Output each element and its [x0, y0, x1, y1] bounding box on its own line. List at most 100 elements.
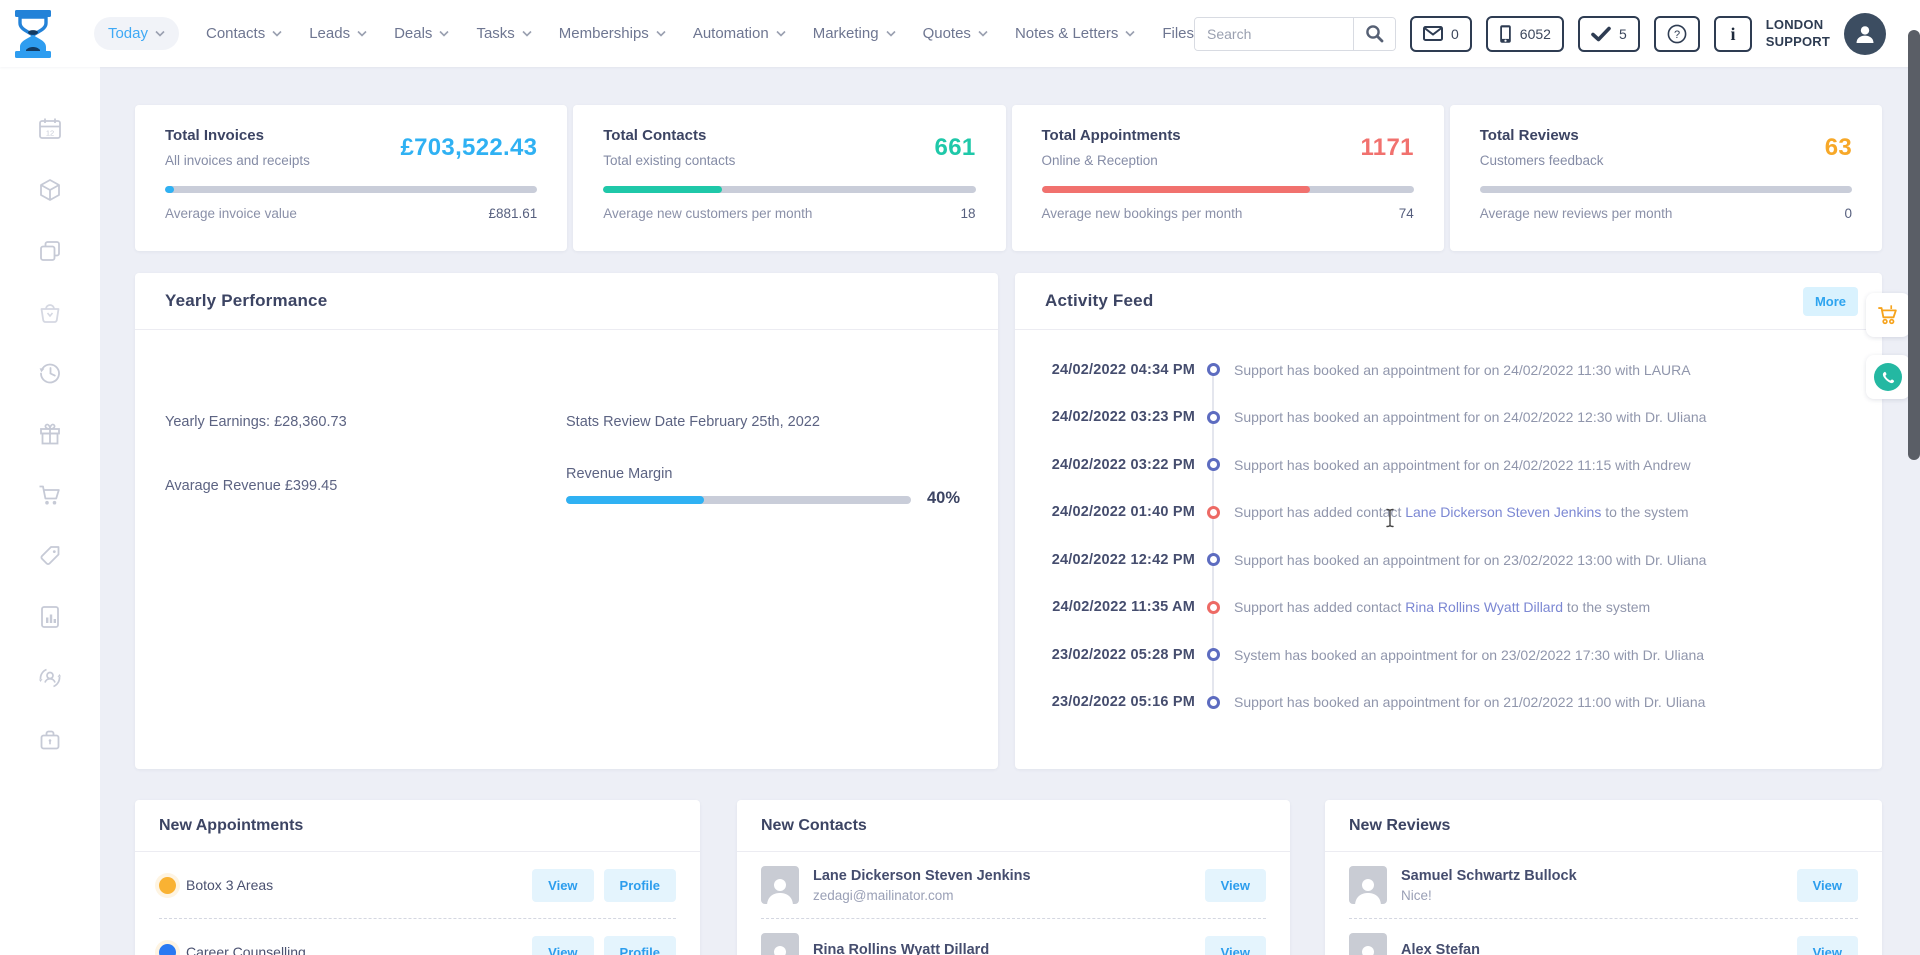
price-tag-icon[interactable] — [37, 543, 63, 569]
view-button[interactable]: View — [1796, 935, 1858, 955]
stat-subtitle: All invoices and receipts — [165, 153, 310, 168]
mobile-phone-icon — [1499, 24, 1511, 43]
status-dot — [159, 943, 176, 955]
tasks-badge[interactable]: 5 — [1577, 15, 1640, 52]
person-icon — [767, 879, 793, 904]
feed-text: Support has booked an appointment for on… — [1234, 694, 1705, 710]
feed-timestamp: 24/02/2022 04:34 PM — [1051, 361, 1195, 378]
contact-name: Lane Dickerson Steven Jenkins — [813, 867, 1031, 884]
stat-title: Total Contacts — [603, 127, 707, 144]
nav-item-notes-letters[interactable]: Notes & Letters — [1015, 25, 1135, 42]
contact-name: Rina Rollins Wyatt Dillard — [813, 942, 990, 955]
user-avatar[interactable] — [1844, 12, 1886, 55]
chevron-down-icon — [978, 30, 988, 37]
phone-count: 6052 — [1519, 25, 1551, 42]
feed-timestamp: 24/02/2022 01:40 PM — [1051, 504, 1195, 521]
account-sync-icon[interactable] — [37, 665, 63, 691]
search-button[interactable] — [1353, 17, 1395, 50]
feed-text-after: to the system — [1563, 599, 1651, 616]
timeline-dot — [1207, 458, 1220, 472]
feed-item: 23/02/2022 05:28 PM System has booked an… — [1015, 631, 1882, 679]
stat-value: 661 — [934, 133, 976, 161]
nav-item-deals[interactable]: Deals — [394, 25, 450, 42]
tasks-count: 5 — [1618, 25, 1627, 42]
package-icon[interactable] — [37, 177, 63, 203]
stat-footer-label: Average new bookings per month — [1041, 206, 1243, 221]
contact-link[interactable]: Lane Dickerson Steven Jenkins — [1405, 504, 1601, 520]
user-location-label: LONDON SUPPORT — [1766, 17, 1830, 51]
timeline-dot — [1207, 363, 1220, 377]
feed-timestamp: 24/02/2022 03:22 PM — [1051, 456, 1195, 473]
review-row: Alex Stefan View — [1325, 919, 1882, 955]
activity-feed-list: 24/02/2022 04:34 PM Support has booked a… — [1015, 330, 1882, 726]
stat-value: 1171 — [1360, 133, 1414, 161]
floating-cart-button[interactable] — [1866, 293, 1910, 337]
feed-text-before: Support has booked an appointment for on… — [1234, 361, 1691, 378]
view-button[interactable]: View — [1204, 935, 1266, 955]
stat-footer-label: Average invoice value — [165, 206, 297, 221]
cart-icon[interactable] — [37, 482, 63, 508]
nav-item-leads[interactable]: Leads — [309, 25, 367, 42]
feed-text: Support has added contact Lane Dickerson… — [1234, 504, 1689, 520]
basket-icon[interactable] — [37, 299, 63, 325]
panel-title: New Contacts — [761, 816, 867, 834]
phone-badge[interactable]: 6052 — [1485, 15, 1564, 52]
progress-track — [165, 186, 538, 193]
nav-item-tasks[interactable]: Tasks — [476, 25, 532, 42]
view-button[interactable]: View — [532, 935, 594, 955]
stat-value: £703,522.43 — [400, 133, 538, 161]
stat-footer-label: Average new reviews per month — [1479, 206, 1673, 221]
main-menu: Today Contacts Leads Deals Tasks Members… — [93, 17, 1194, 50]
app-logo[interactable] — [0, 9, 66, 58]
feed-text: Support has added contact Rina Rollins W… — [1234, 599, 1650, 615]
feed-timestamp: 24/02/2022 03:23 PM — [1051, 409, 1195, 426]
view-button[interactable]: View — [1796, 868, 1858, 902]
vertical-scrollbar[interactable] — [1908, 30, 1920, 460]
nav-item-automation[interactable]: Automation — [693, 25, 786, 42]
feed-text-before: System has booked an appointment for on … — [1234, 646, 1705, 663]
view-button[interactable]: View — [532, 868, 594, 902]
nav-item-files[interactable]: Files — [1162, 25, 1194, 42]
profile-button[interactable]: Profile — [603, 868, 676, 902]
calendar-icon[interactable]: 12 — [37, 116, 63, 142]
more-button[interactable]: More — [1802, 286, 1858, 316]
contact-link[interactable]: Rina Rollins Wyatt Dillard — [1405, 599, 1563, 615]
nav-label: Automation — [692, 25, 769, 42]
help-button[interactable]: ? — [1653, 15, 1700, 52]
nav-label: Deals — [394, 25, 433, 42]
briefcase-lock-icon[interactable] — [37, 726, 63, 752]
copy-icon[interactable] — [37, 238, 63, 264]
view-button[interactable]: View — [1204, 868, 1266, 902]
stat-subtitle: Total existing contacts — [603, 153, 736, 168]
yearly-earnings: Yearly Earnings: £28,360.73 — [165, 414, 347, 430]
contact-email: zedagi@mailinator.com — [813, 887, 954, 903]
feed-item: 24/02/2022 12:42 PM Support has booked a… — [1015, 536, 1882, 584]
feed-text: System has booked an appointment for on … — [1234, 647, 1704, 663]
revenue-margin-fill — [566, 496, 704, 504]
timeline-dot — [1207, 695, 1220, 709]
info-button[interactable]: i — [1713, 15, 1752, 52]
progress-fill — [1041, 186, 1310, 193]
nav-item-today[interactable]: Today — [93, 17, 179, 50]
panel-title: Yearly Performance — [165, 291, 328, 310]
feed-timestamp: 24/02/2022 11:35 AM — [1052, 599, 1195, 616]
mail-badge[interactable]: 0 — [1410, 15, 1472, 52]
report-icon[interactable] — [37, 604, 63, 630]
revenue-margin-track — [566, 496, 911, 504]
nav-item-marketing[interactable]: Marketing — [813, 25, 896, 42]
profile-button[interactable]: Profile — [603, 935, 676, 955]
info-icon: i — [1730, 24, 1735, 44]
nav-label: Memberships — [558, 25, 649, 42]
gift-icon[interactable] — [37, 421, 63, 447]
activity-feed-panel: Activity Feed More 24/02/2022 04:34 PM S… — [1015, 273, 1882, 769]
nav-item-memberships[interactable]: Memberships — [559, 25, 666, 42]
floating-phone-button[interactable] — [1866, 355, 1910, 399]
stat-card-total-invoices: Total Invoices All invoices and receipts… — [135, 105, 568, 251]
progress-track — [1479, 186, 1852, 193]
feed-item: 24/02/2022 03:22 PM Support has booked a… — [1015, 441, 1882, 489]
feed-timestamp: 23/02/2022 05:28 PM — [1051, 646, 1195, 663]
nav-item-quotes[interactable]: Quotes — [923, 25, 988, 42]
nav-item-contacts[interactable]: Contacts — [206, 25, 282, 42]
history-icon[interactable] — [37, 360, 63, 386]
search-input[interactable] — [1195, 17, 1353, 50]
